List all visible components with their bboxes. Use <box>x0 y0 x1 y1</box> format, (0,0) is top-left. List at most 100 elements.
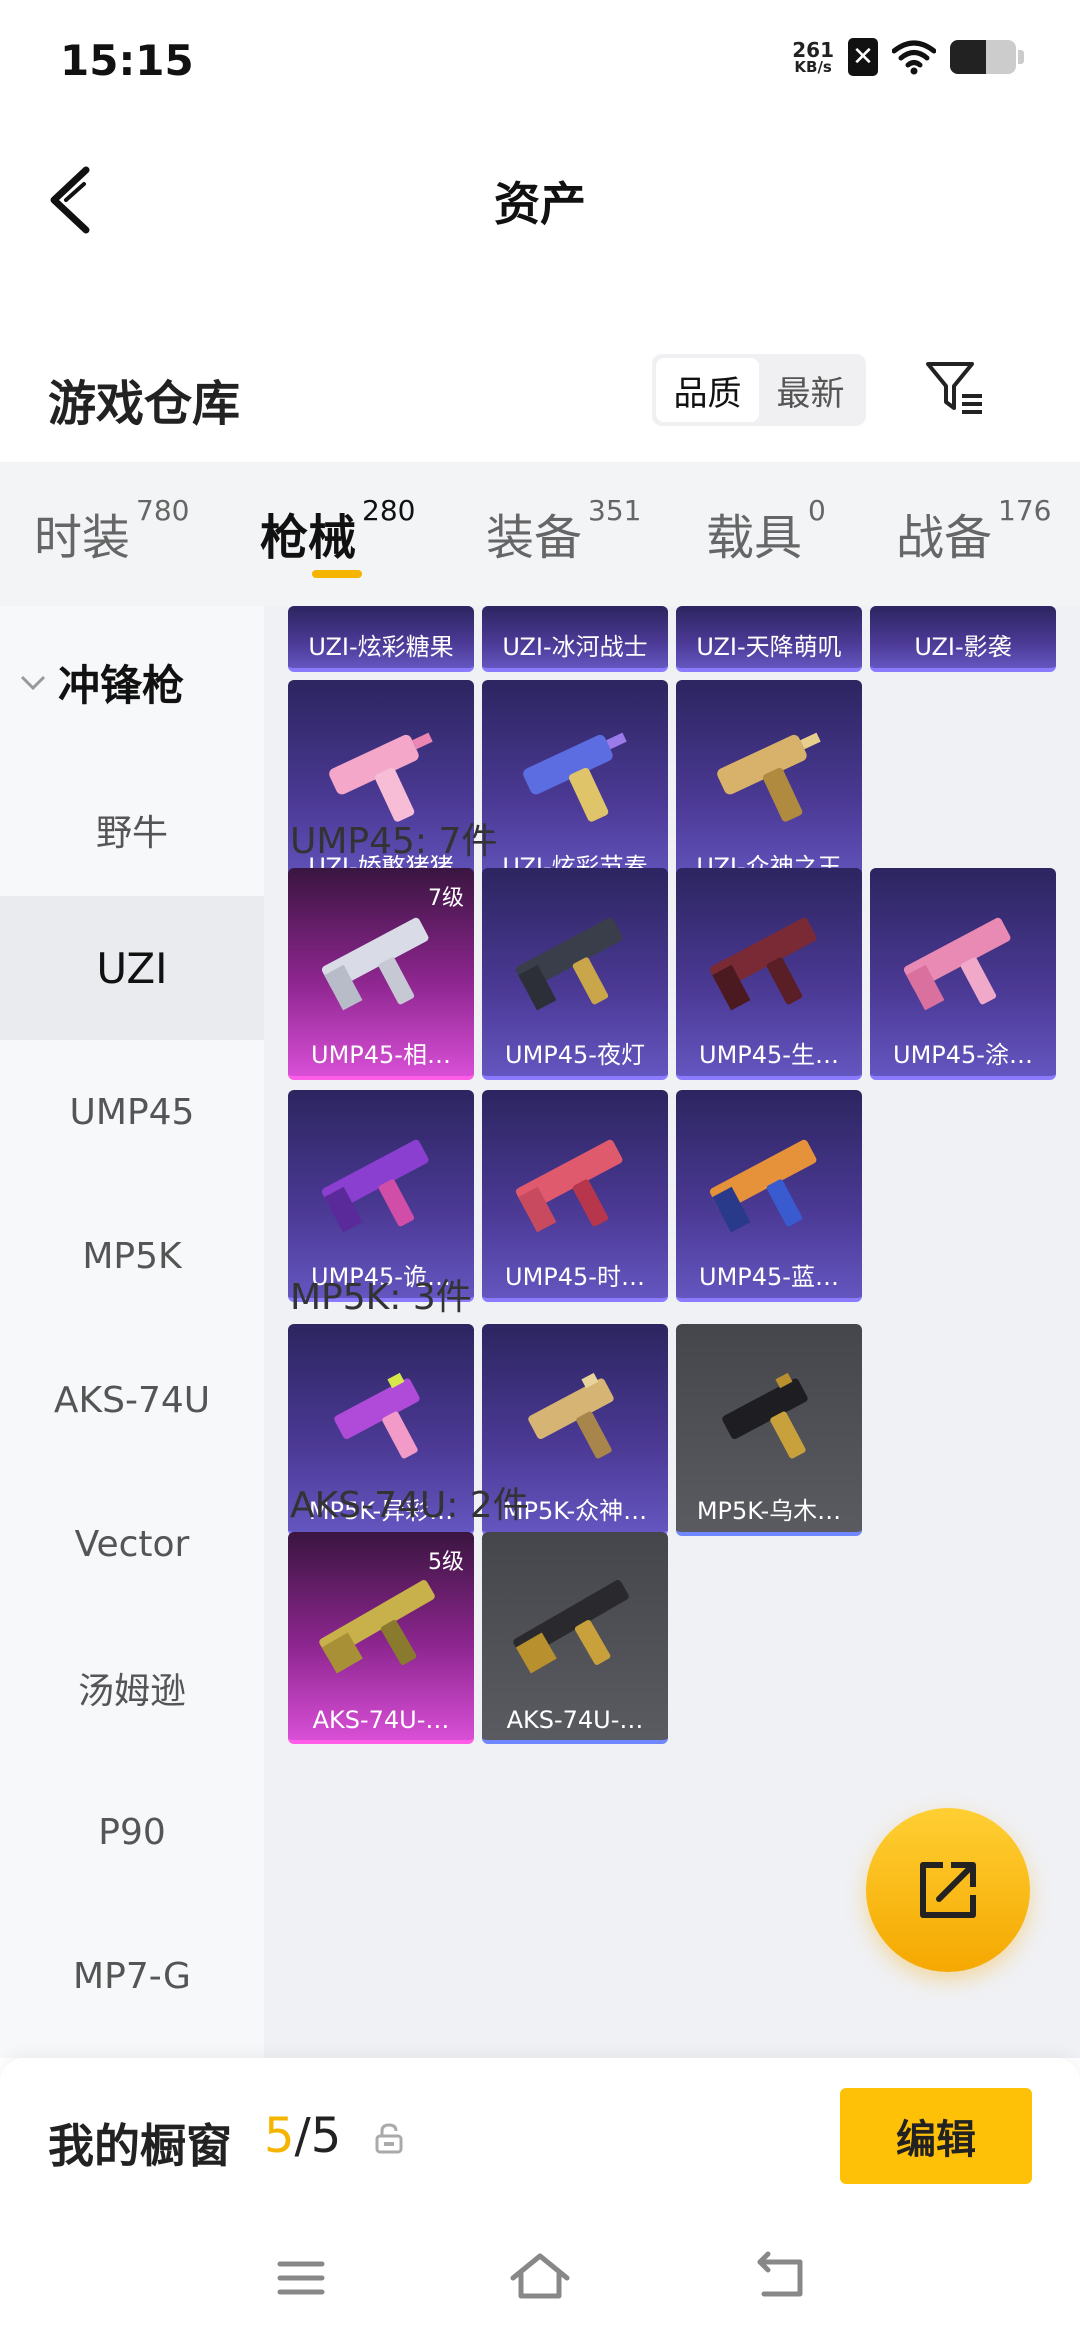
weapon-name: MP5K-乌木… <box>696 1497 842 1525</box>
section-label-ump45: UMP45: 7件 <box>290 821 498 862</box>
weapon-card[interactable]: UZI-冰河战士 <box>482 606 668 672</box>
network-speed: 261 KB/s <box>792 40 834 75</box>
tab-weapons[interactable]: 枪械 280 <box>260 494 415 568</box>
status-icons: 261 KB/s ✕ <box>792 38 1024 76</box>
weapon-card[interactable]: UZI-众神之王 <box>676 680 862 892</box>
section-label-mp5k: MP5K: 3件 <box>290 1277 472 1318</box>
weapon-card[interactable]: UMP45-生… <box>676 868 862 1080</box>
sidebar-item-mp5k[interactable]: MP5K <box>0 1184 264 1328</box>
weapon-image <box>334 1372 420 1459</box>
showcase-bar: 我的橱窗 5/5 编辑 <box>0 2058 1080 2218</box>
status-time: 15:15 <box>60 36 194 85</box>
share-icon <box>920 1862 976 1918</box>
battery-fill <box>950 40 987 74</box>
filter-icon[interactable] <box>922 354 988 420</box>
weapon-image <box>528 1372 614 1459</box>
tab-vehicles[interactable]: 载具 0 <box>706 494 826 568</box>
tab-equipment[interactable]: 装备 351 <box>486 494 641 568</box>
sidebar-item-mp7g[interactable]: MP7-G <box>0 1904 264 2048</box>
sidebar-item-vector[interactable]: Vector <box>0 1472 264 1616</box>
tab-label: 装备 <box>486 510 583 566</box>
tab-count: 780 <box>136 494 190 527</box>
weapon-name: UMP45-相… <box>311 1041 451 1069</box>
sidebar: 冲锋枪 野牛 UZI UMP45 MP5K AKS-74U Vector 汤姆逊… <box>0 606 264 2058</box>
home-icon[interactable] <box>505 2248 575 2308</box>
network-speed-value: 261 <box>792 37 834 62</box>
sort-quality-button[interactable]: 品质 <box>656 358 759 422</box>
showcase-title: 我的橱窗 <box>48 2119 232 2173</box>
active-tab-indicator <box>312 570 362 578</box>
back-icon[interactable] <box>746 2248 816 2308</box>
weapon-card[interactable]: UMP45-时… <box>482 1090 668 1302</box>
weapon-card[interactable]: MP5K-乌木… <box>676 1324 862 1536</box>
weapon-image <box>321 1139 429 1233</box>
weapon-level-badge: 5级 <box>428 1550 464 1575</box>
section-label-aks74u: AKS-74U: 2件 <box>290 1485 529 1526</box>
edit-button[interactable]: 编辑 <box>840 2088 1032 2184</box>
weapon-card[interactable]: UZI-炫彩节奏 <box>482 680 668 892</box>
sort-newest-button[interactable]: 最新 <box>759 358 862 422</box>
weapon-card[interactable]: UMP45-涂… <box>870 868 1056 1080</box>
showcase-count: 5/5 <box>264 2108 341 2164</box>
weapon-name: AKS-74U-… <box>506 1706 644 1734</box>
warehouse-row: 游戏仓库 品质 最新 <box>0 340 1080 460</box>
weapon-card[interactable]: AKS-74U-… <box>482 1532 668 1744</box>
weapon-name: UMP45-涂… <box>893 1041 1033 1069</box>
weapon-name: UMP45-时… <box>505 1263 645 1291</box>
battery-tip <box>1018 50 1024 64</box>
wifi-icon <box>892 40 936 75</box>
weapon-card[interactable]: UZI-天降萌叽 <box>676 606 862 672</box>
weapon-name: UZI-炫彩糖果 <box>308 633 454 661</box>
tab-count: 351 <box>588 494 642 527</box>
weapon-name: UMP45-蓝… <box>699 1263 839 1291</box>
sidebar-item-p90[interactable]: P90 <box>0 1760 264 1904</box>
sidebar-item-thompson[interactable]: 汤姆逊 <box>0 1616 264 1760</box>
showcase-count-current: 5 <box>264 2108 295 2164</box>
weapon-name: UMP45-生… <box>699 1041 839 1069</box>
share-button[interactable] <box>866 1808 1030 1972</box>
weapon-name: AKS-74U-… <box>312 1706 450 1734</box>
weapon-image <box>709 1139 817 1233</box>
system-nav-bar <box>0 2218 1080 2344</box>
weapon-card[interactable]: UMP45-夜灯 <box>482 868 668 1080</box>
sidebar-item-ump45[interactable]: UMP45 <box>0 1040 264 1184</box>
sidebar-item-bizon[interactable]: 野牛 <box>0 758 264 902</box>
weapon-image <box>709 917 817 1011</box>
tab-label: 战备 <box>896 510 993 566</box>
tab-count: 280 <box>362 494 416 527</box>
showcase-count-separator: / <box>294 2108 311 2164</box>
weapon-image <box>515 917 623 1011</box>
status-bar: 15:15 261 KB/s ✕ <box>0 0 1080 120</box>
tab-supplies[interactable]: 战备 176 <box>896 494 1051 568</box>
weapon-image <box>903 917 1011 1011</box>
weapon-card[interactable]: UMP45-蓝… <box>676 1090 862 1302</box>
sidebar-item-uzi[interactable]: UZI <box>0 896 264 1040</box>
network-speed-unit: KB/s <box>794 57 832 76</box>
weapon-name: UMP45-夜灯 <box>505 1041 645 1069</box>
tab-label: 载具 <box>706 510 803 566</box>
sidebar-item-aks74u[interactable]: AKS-74U <box>0 1328 264 1472</box>
menu-icon[interactable] <box>266 2248 336 2308</box>
sort-toggle: 品质 最新 <box>652 354 866 426</box>
page-header: 资产 <box>0 140 1080 260</box>
chevron-down-icon <box>20 675 46 690</box>
weapon-card[interactable]: UZI-炫彩糖果 <box>288 606 474 672</box>
battery-icon <box>950 40 1016 74</box>
no-sim-icon: ✕ <box>848 38 878 76</box>
sidebar-category-smg[interactable]: 冲锋枪 <box>18 652 184 713</box>
tab-label: 时装 <box>34 510 131 566</box>
lock-icon <box>375 2123 403 2154</box>
category-tabs: 时装 780 枪械 280 装备 351 载具 0 战备 176 <box>0 462 1080 606</box>
sidebar-category-label: 冲锋枪 <box>58 661 185 710</box>
weapon-name: UZI-天降萌叽 <box>696 633 842 661</box>
weapon-level-badge: 7级 <box>428 886 464 911</box>
weapon-name: UZI-影袭 <box>914 633 1012 661</box>
weapon-card[interactable]: 7级 UMP45-相… <box>288 868 474 1080</box>
weapon-card[interactable]: UZI-影袭 <box>870 606 1056 672</box>
weapon-image <box>717 732 821 822</box>
tab-label: 枪械 <box>260 510 357 566</box>
weapon-card[interactable]: 5级 AKS-74U-… <box>288 1532 474 1744</box>
tab-fashion[interactable]: 时装 780 <box>34 494 189 568</box>
weapon-image <box>513 1580 629 1674</box>
weapon-image <box>722 1372 808 1459</box>
